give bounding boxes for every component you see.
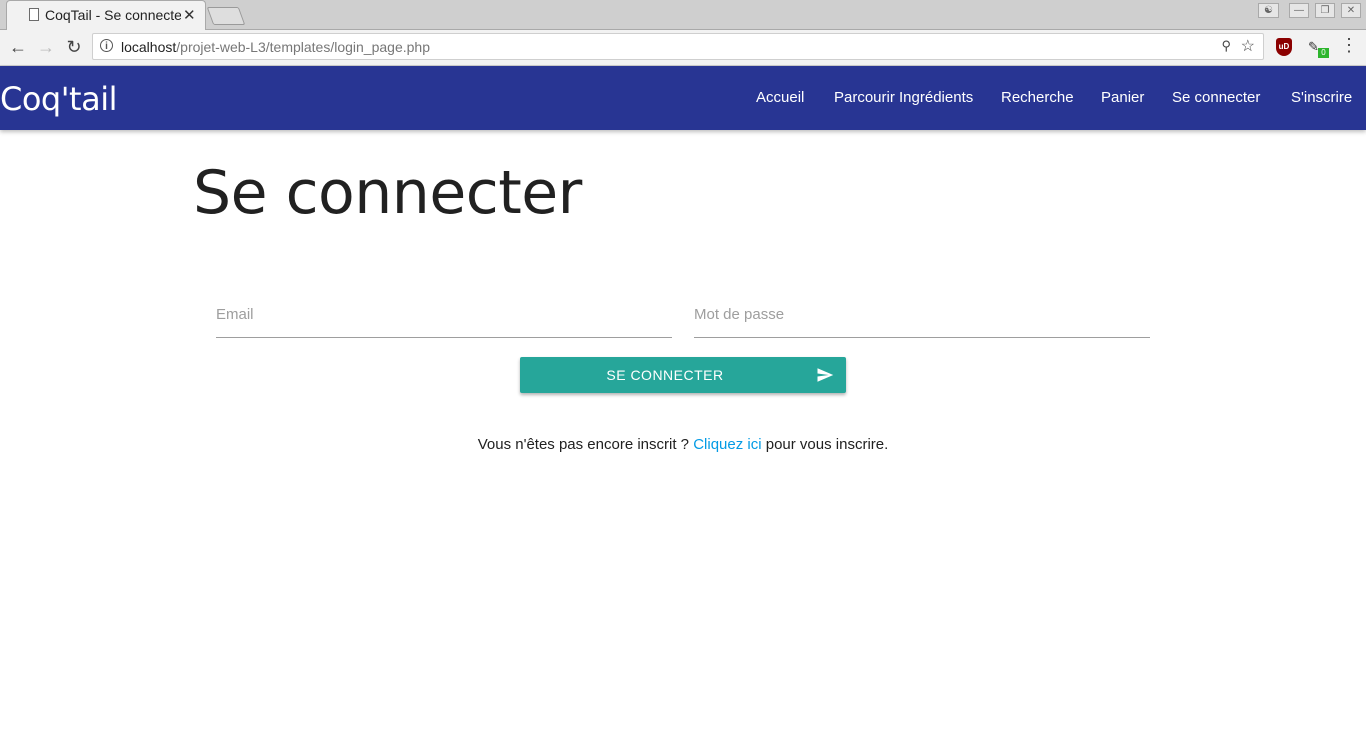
extension-badge: 0 bbox=[1318, 48, 1329, 58]
login-button-label: SE CONNECTER bbox=[606, 367, 724, 383]
nav-item-accueil[interactable]: Accueil bbox=[756, 89, 804, 106]
nav-item-se-connecter[interactable]: Se connecter bbox=[1172, 89, 1260, 106]
info-icon[interactable]: i bbox=[100, 39, 113, 52]
browser-tabstrip: CoqTail - Se connecter ✕ ☯ — ❐ ✕ bbox=[0, 0, 1366, 30]
register-suffix: pour vous inscrire. bbox=[765, 436, 889, 453]
send-icon bbox=[817, 368, 834, 382]
nav-item-sinscrire[interactable]: S'inscrire bbox=[1291, 89, 1352, 106]
browser-tab[interactable]: CoqTail - Se connecter ✕ bbox=[6, 0, 206, 30]
browser-toolbar: ← → ↻ i localhost/projet-web-L3/template… bbox=[0, 30, 1366, 66]
register-prompt: Vous n'êtes pas encore inscrit ? Cliquez… bbox=[0, 436, 1366, 453]
tab-title: CoqTail - Se connecter bbox=[45, 7, 181, 23]
register-prefix: Vous n'êtes pas encore inscrit ? bbox=[477, 436, 690, 453]
minimize-icon[interactable]: — bbox=[1289, 3, 1309, 18]
site-navbar: Coq'tail Accueil Parcourir Ingrédients R… bbox=[0, 66, 1366, 130]
back-icon[interactable]: ← bbox=[6, 35, 30, 59]
url-text: localhost/projet-web-L3/templates/login_… bbox=[121, 39, 430, 55]
nav-item-panier[interactable]: Panier bbox=[1101, 89, 1144, 106]
restore-icon[interactable]: ❐ bbox=[1315, 3, 1335, 18]
nav-item-ingredients[interactable]: Parcourir Ingrédients bbox=[834, 89, 973, 106]
password-field[interactable]: Mot de passe bbox=[694, 302, 1150, 338]
extension-icon[interactable]: ✎ 0 bbox=[1308, 39, 1329, 58]
password-placeholder: Mot de passe bbox=[694, 306, 785, 323]
login-button[interactable]: SE CONNECTER bbox=[520, 357, 846, 393]
profile-icon[interactable]: ☯ bbox=[1258, 3, 1279, 18]
bookmark-star-icon[interactable]: ☆ bbox=[1241, 36, 1255, 56]
browser-menu-icon[interactable]: ⋮ bbox=[1340, 35, 1358, 56]
ublock-extension-icon[interactable]: uD bbox=[1276, 38, 1292, 56]
new-tab-button[interactable] bbox=[206, 7, 246, 25]
close-icon[interactable]: ✕ bbox=[183, 6, 196, 24]
key-icon[interactable]: ⚲ bbox=[1221, 38, 1231, 54]
nav-item-recherche[interactable]: Recherche bbox=[1001, 89, 1074, 106]
window-close-icon[interactable]: ✕ bbox=[1341, 3, 1361, 18]
reload-icon[interactable]: ↻ bbox=[62, 35, 86, 59]
page-icon bbox=[29, 8, 39, 21]
email-placeholder: Email bbox=[216, 306, 254, 323]
email-field[interactable]: Email bbox=[216, 302, 672, 338]
brand-logo[interactable]: Coq'tail bbox=[0, 80, 117, 118]
register-link[interactable]: Cliquez ici bbox=[693, 436, 761, 453]
forward-icon[interactable]: → bbox=[34, 35, 58, 59]
url-host: localhost bbox=[121, 39, 177, 55]
page-title: Se connecter bbox=[193, 158, 582, 228]
url-path: /projet-web-L3/templates/login_page.php bbox=[176, 39, 430, 55]
address-bar[interactable]: i localhost/projet-web-L3/templates/logi… bbox=[92, 33, 1264, 60]
